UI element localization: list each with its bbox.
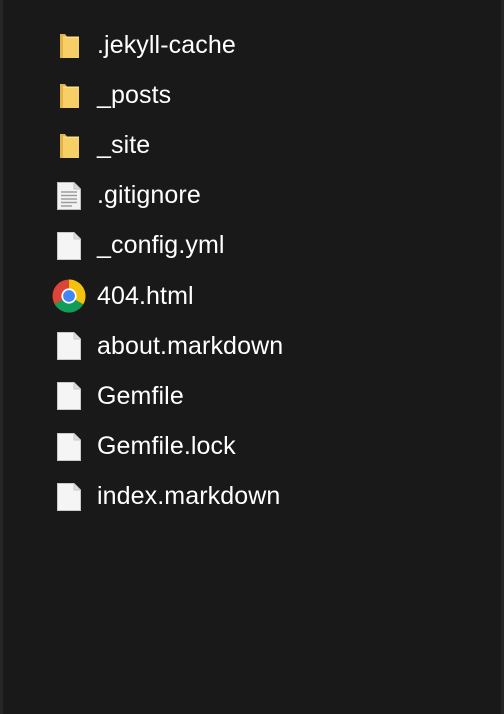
- text-file-icon: [50, 177, 88, 215]
- file-item-file[interactable]: .gitignore: [0, 171, 504, 221]
- file-item-folder[interactable]: .jekyll-cache: [0, 20, 504, 70]
- file-item-file[interactable]: about.markdown: [0, 321, 504, 371]
- file-name-label: .gitignore: [97, 181, 201, 210]
- chrome-icon: [50, 277, 88, 315]
- file-explorer-pane: .jekyll-cache _posts _site .gitignore _confi…: [0, 0, 504, 714]
- file-item-file[interactable]: Gemfile.lock: [0, 422, 504, 472]
- file-item-file[interactable]: _config.yml: [0, 221, 504, 271]
- file-name-label: 404.html: [97, 281, 194, 310]
- file-icon: [50, 428, 88, 466]
- file-icon: [50, 227, 88, 265]
- file-icon: [50, 327, 88, 365]
- file-icon: [50, 377, 88, 415]
- file-item-folder[interactable]: _posts: [0, 70, 504, 120]
- file-name-label: .jekyll-cache: [97, 30, 236, 59]
- file-name-label: index.markdown: [97, 482, 281, 511]
- file-name-label: Gemfile.lock: [97, 432, 236, 461]
- folder-icon: [50, 126, 88, 164]
- folder-icon: [50, 26, 88, 64]
- file-name-label: Gemfile: [97, 381, 184, 410]
- file-name-label: _site: [97, 130, 151, 159]
- file-name-label: _config.yml: [97, 231, 225, 260]
- file-name-label: about.markdown: [97, 331, 284, 360]
- file-item-folder[interactable]: _site: [0, 120, 504, 170]
- folder-icon: [50, 76, 88, 114]
- file-item-file[interactable]: index.markdown: [0, 472, 504, 522]
- file-list: .jekyll-cache _posts _site .gitignore _confi…: [0, 20, 504, 522]
- file-icon: [50, 478, 88, 516]
- file-name-label: _posts: [97, 80, 172, 109]
- file-item-file[interactable]: Gemfile: [0, 371, 504, 421]
- file-item-file[interactable]: 404.html: [0, 271, 504, 321]
